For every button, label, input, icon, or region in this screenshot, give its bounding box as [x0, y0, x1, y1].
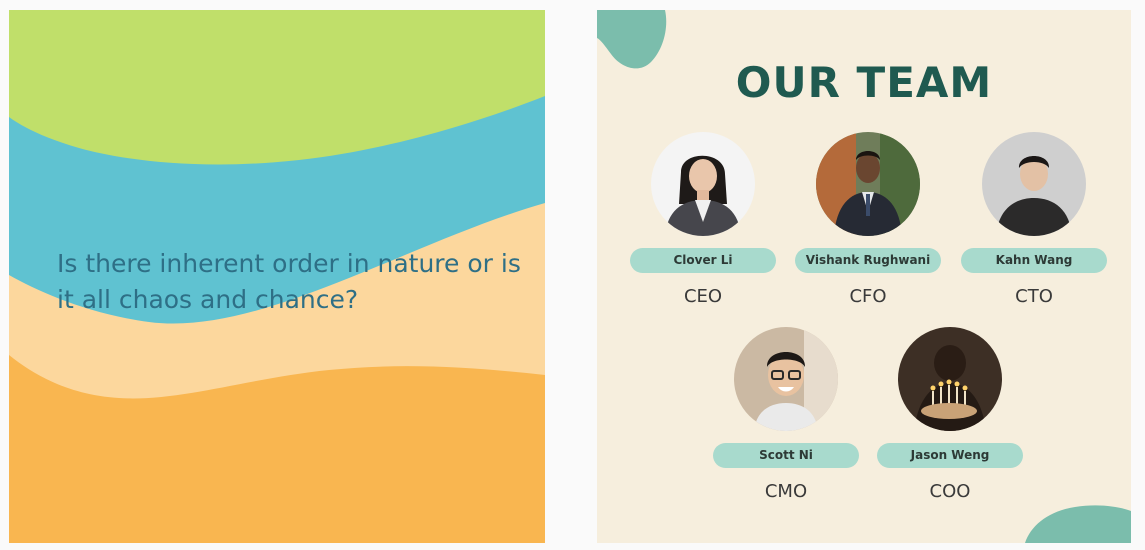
- member-name: Vishank Rughwani: [795, 248, 941, 273]
- birthday-candles-portrait-icon: [898, 327, 1002, 431]
- team-member-card[interactable]: Scott Ni CMO: [711, 327, 861, 502]
- question-text: Is there inherent order in nature or is …: [57, 249, 521, 314]
- member-role: CMO: [764, 481, 808, 502]
- team-member-card[interactable]: Kahn Wang CTO: [959, 132, 1109, 307]
- member-role: CTO: [1015, 286, 1053, 307]
- team-member-card[interactable]: Vishank Rughwani CFO: [793, 132, 943, 307]
- team-title: OUR TEAM: [735, 58, 993, 107]
- member-role: CFO: [849, 286, 887, 307]
- member-role: CEO: [683, 286, 723, 307]
- corner-blob-bottom: [1025, 505, 1131, 543]
- team-member-card[interactable]: Clover Li CEO: [628, 132, 778, 307]
- team-member-card[interactable]: Jason Weng COO: [875, 327, 1025, 502]
- member-role: COO: [929, 481, 971, 502]
- team-slide[interactable]: OUR TEAM Clover Li CEO Vishank Rughwani …: [597, 10, 1131, 543]
- member-name: Scott Ni: [713, 443, 859, 468]
- member-name: Kahn Wang: [961, 248, 1107, 273]
- portrait-man-outdoor-icon: [816, 132, 920, 236]
- member-name: Jason Weng: [877, 443, 1023, 468]
- portrait-smiling-man-glasses-icon: [734, 327, 838, 431]
- portrait-man-studio-icon: [982, 132, 1086, 236]
- portrait-woman-office-icon: [651, 132, 755, 236]
- member-name: Clover Li: [630, 248, 776, 273]
- question-slide[interactable]: Is there inherent order in nature or is …: [9, 10, 545, 543]
